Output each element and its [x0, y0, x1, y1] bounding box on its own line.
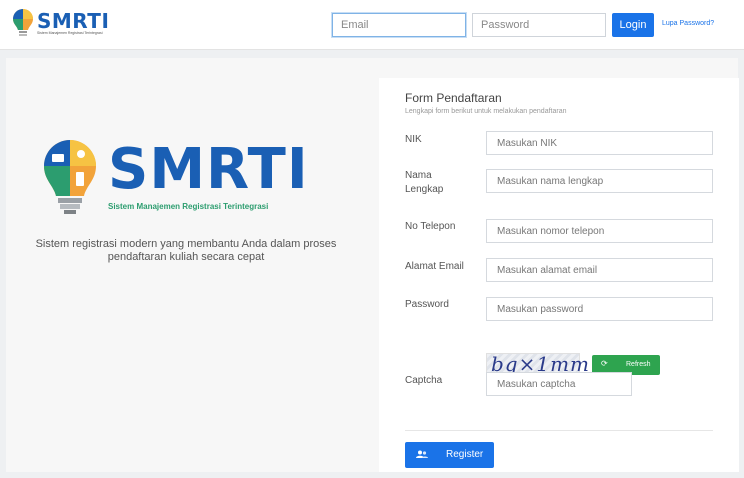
- top-navbar: SMRTI Sistem Manajemen Registrasi Terint…: [0, 0, 744, 50]
- nama-lengkap-label: Nama Lengkap: [405, 170, 444, 195]
- refresh-icon: ⟳: [601, 359, 608, 368]
- register-label: Register: [446, 449, 484, 460]
- alamat-email-label: Alamat Email: [405, 261, 464, 272]
- alamat-email-input[interactable]: Masukan alamat email: [486, 258, 713, 282]
- login-button[interactable]: Login: [612, 13, 654, 37]
- form-divider: [405, 430, 713, 431]
- nik-label: NIK: [405, 134, 422, 145]
- nik-input[interactable]: Masukan NIK: [486, 131, 713, 155]
- hero-logo: SMRTI Sistem Manajemen Registrasi Terint…: [40, 136, 330, 216]
- hero-description: Sistem registrasi modern yang membantu A…: [35, 238, 337, 263]
- email-input[interactable]: Email: [332, 13, 466, 37]
- password-label: Password: [405, 299, 449, 310]
- password-input[interactable]: Password: [472, 13, 606, 37]
- header-logo[interactable]: SMRTI Sistem Manajemen Registrasi Terint…: [12, 8, 109, 38]
- bulb-logo-icon: [13, 9, 33, 36]
- hero-brand: SMRTI: [108, 137, 309, 202]
- form-subtitle: Lengkapi form berikut untuk melakukan pe…: [405, 108, 567, 115]
- header-brand: SMRTI: [37, 8, 110, 33]
- header-tagline: Sistem Manajemen Registrasi Terintegrasi: [37, 30, 103, 35]
- no-telepon-label: No Telepon: [405, 221, 456, 232]
- bulb-logo-icon: [44, 140, 96, 214]
- register-users-icon: [416, 450, 428, 458]
- captcha-input[interactable]: Masukan captcha: [486, 372, 632, 396]
- registration-form-card: Form Pendaftaran Lengkapi form berikut u…: [379, 78, 739, 472]
- nama-lengkap-input[interactable]: Masukan nama lengkap: [486, 169, 713, 193]
- password-input[interactable]: Masukan password: [486, 297, 713, 321]
- main-content: SMRTI Sistem Manajemen Registrasi Terint…: [6, 58, 739, 472]
- captcha-label: Captcha: [405, 375, 443, 386]
- forgot-password-link[interactable]: Lupa Password?: [662, 20, 714, 27]
- hero-subtitle: Sistem Manajemen Registrasi Terintegrasi: [108, 202, 269, 211]
- register-button[interactable]: Register: [405, 442, 494, 468]
- no-telepon-input[interactable]: Masukan nomor telepon: [486, 219, 713, 243]
- refresh-label: Refresh: [626, 361, 651, 368]
- form-title: Form Pendaftaran: [405, 91, 502, 105]
